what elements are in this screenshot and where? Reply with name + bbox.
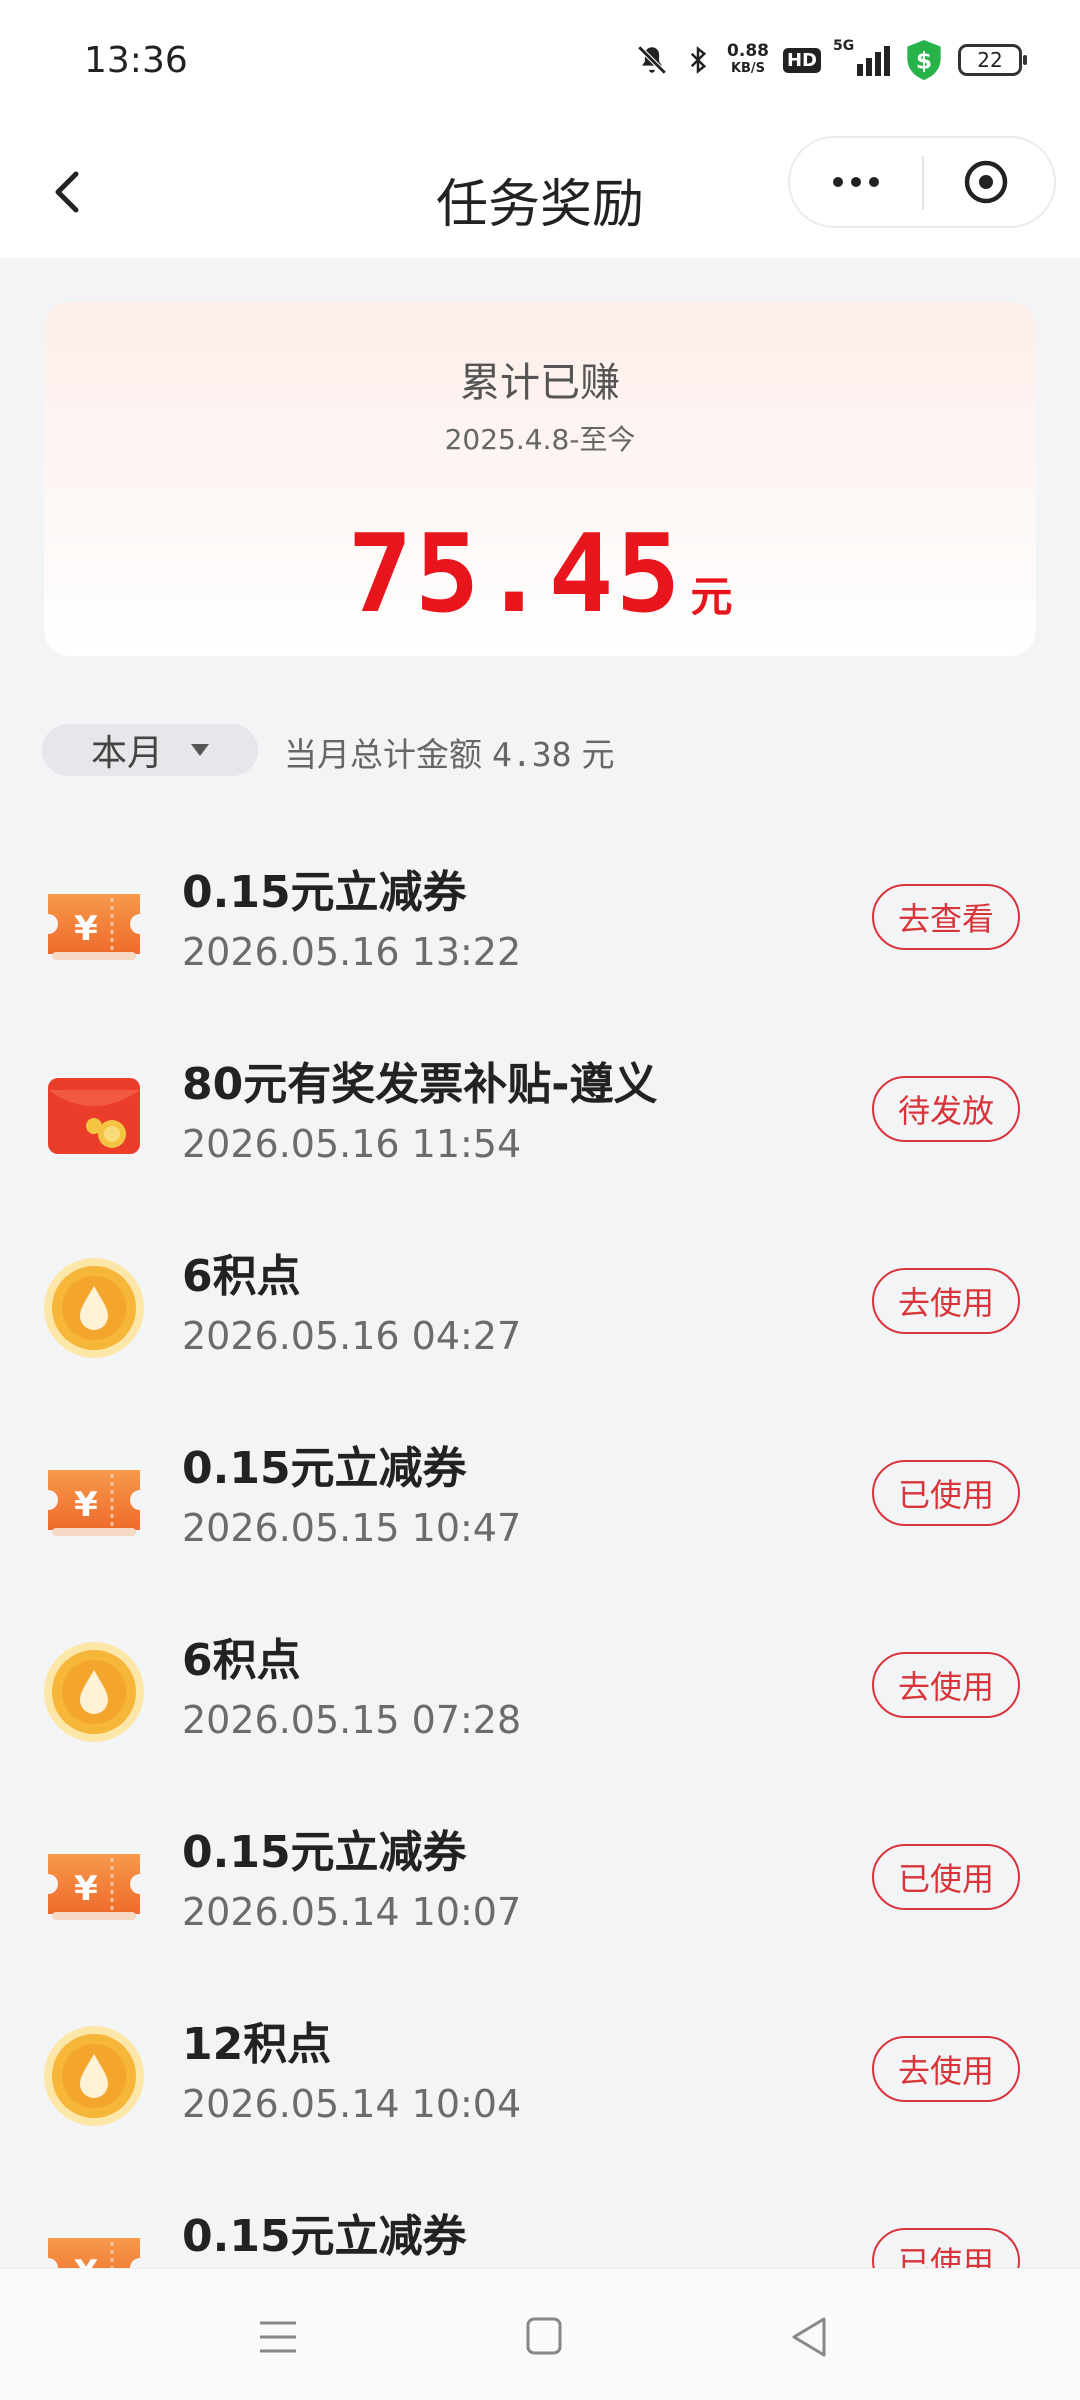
battery-icon: 22 bbox=[958, 44, 1027, 76]
status-bar: 13:36 0.88 KB/S HD 5G $ 22 bbox=[0, 0, 1080, 126]
month-total: 当月总计金额 4.38 元 bbox=[284, 728, 614, 776]
reward-name: 0.15元立减券 bbox=[182, 1827, 467, 1878]
red-envelope-icon bbox=[42, 1064, 146, 1168]
status-time: 13:36 bbox=[84, 40, 188, 81]
points-coin-icon bbox=[42, 1256, 146, 1360]
svg-text:¥: ¥ bbox=[74, 1485, 98, 1525]
coupon-icon: ¥ bbox=[42, 872, 146, 976]
reward-action-button[interactable]: 已使用 bbox=[872, 2228, 1020, 2268]
back-triangle-icon[interactable] bbox=[780, 2311, 840, 2363]
month-filter-dropdown[interactable]: 本月 bbox=[42, 724, 258, 776]
reward-row: 80元有奖发票补贴-遵义 2026.05.16 11:54 待发放 bbox=[0, 1022, 1080, 1214]
reward-name: 12积点 bbox=[182, 2019, 332, 2070]
reward-action-button[interactable]: 去使用 bbox=[872, 2036, 1020, 2102]
reward-action-button[interactable]: 去查看 bbox=[872, 884, 1020, 950]
reward-name: 6积点 bbox=[182, 1635, 301, 1686]
svg-text:¥: ¥ bbox=[74, 909, 98, 949]
reward-time: 2026.05.16 04:27 bbox=[182, 1314, 522, 1358]
nav-bar: 任务奖励 bbox=[0, 126, 1080, 258]
month-filter-label: 本月 bbox=[90, 733, 163, 774]
svg-text:¥: ¥ bbox=[74, 2253, 98, 2268]
coupon-icon: ¥ bbox=[42, 1832, 146, 1936]
reward-time: 2026.05.15 07:28 bbox=[182, 1698, 522, 1742]
summary-date-range: 2025.4.8-至今 bbox=[444, 423, 636, 456]
reward-action-button[interactable]: 去使用 bbox=[872, 1652, 1020, 1718]
svg-text:¥: ¥ bbox=[74, 1869, 98, 1909]
reward-action-button[interactable]: 待发放 bbox=[872, 1076, 1020, 1142]
reward-row: ¥0.15元立减券 2026.05.14 10:07 已使用 bbox=[0, 1790, 1080, 1982]
points-coin-icon bbox=[42, 1640, 146, 1744]
month-total-value: 4.38 bbox=[492, 735, 572, 774]
svg-text:$: $ bbox=[916, 46, 932, 74]
bell-off-icon bbox=[637, 45, 667, 75]
menu-icon[interactable] bbox=[248, 2311, 308, 2363]
reward-row: 6积点 2026.05.16 04:27 去使用 bbox=[0, 1214, 1080, 1406]
reward-row: ¥0.15元立减券 2026.05.15 10:47 已使用 bbox=[0, 1406, 1080, 1598]
reward-time: 2026.05.16 11:54 bbox=[182, 1122, 522, 1166]
coupon-icon: ¥ bbox=[42, 1448, 146, 1552]
mini-program-capsule bbox=[788, 136, 1056, 228]
bluetooth-icon bbox=[690, 46, 707, 74]
reward-list: ¥0.15元立减券 2026.05.16 13:22 去查看 80元有奖发票补贴-遵义… bbox=[0, 830, 1080, 2268]
reward-name: 0.15元立减券 bbox=[182, 867, 467, 918]
reward-row: 6积点 2026.05.15 07:28 去使用 bbox=[0, 1598, 1080, 1790]
signal-icon: 5G bbox=[833, 38, 890, 76]
shield-dollar-icon: $ bbox=[907, 40, 941, 80]
hd-icon: HD bbox=[782, 47, 821, 73]
earnings-summary-card: 累计已赚 2025.4.8-至今 75.45 元 bbox=[44, 302, 1036, 656]
reward-action-button[interactable]: 已使用 bbox=[872, 1844, 1020, 1910]
reward-time: 2026.05.14 10:07 bbox=[182, 1890, 522, 1934]
system-nav-bar bbox=[0, 2268, 1080, 2400]
close-circle-icon[interactable] bbox=[962, 158, 1010, 206]
reward-name: 6积点 bbox=[182, 1251, 301, 1302]
reward-time: 2026.05.14 10:04 bbox=[182, 2082, 522, 2126]
home-square-icon[interactable] bbox=[514, 2311, 574, 2363]
month-total-prefix: 当月总计金额 bbox=[284, 735, 482, 774]
reward-name: 0.15元立减券 bbox=[182, 1443, 467, 1494]
network-speed: 0.88 KB/S bbox=[727, 42, 769, 78]
more-dots-icon[interactable] bbox=[790, 138, 922, 226]
reward-row: 12积点 2026.05.14 10:04 去使用 bbox=[0, 1982, 1080, 2174]
summary-amount: 75.45 元 bbox=[44, 512, 1036, 637]
month-total-unit: 元 bbox=[581, 735, 615, 774]
reward-time: 2026.05.15 10:47 bbox=[182, 1506, 522, 1550]
reward-name: 0.15元立减券 bbox=[182, 2211, 467, 2262]
caret-down-icon bbox=[191, 744, 209, 756]
reward-name: 80元有奖发票补贴-遵义 bbox=[182, 1059, 658, 1110]
reward-action-button[interactable]: 已使用 bbox=[872, 1460, 1020, 1526]
summary-amount-value: 75.45 bbox=[347, 512, 683, 637]
battery-level: 22 bbox=[977, 48, 1003, 72]
summary-title: 累计已赚 bbox=[460, 360, 620, 406]
reward-row: ¥0.15元立减券 2026.05.16 13:22 去查看 bbox=[0, 830, 1080, 1022]
network-speed-unit: KB/S bbox=[730, 61, 766, 76]
points-coin-icon bbox=[42, 2024, 146, 2128]
reward-time: 2026.05.16 13:22 bbox=[182, 930, 522, 974]
network-type: 5G bbox=[833, 38, 855, 54]
status-icons: 0.88 KB/S HD 5G $ 22 bbox=[635, 36, 1027, 84]
coupon-icon: ¥ bbox=[42, 2216, 146, 2268]
reward-row: ¥0.15元立减券 已使用 bbox=[0, 2174, 1080, 2268]
reward-action-button[interactable]: 去使用 bbox=[872, 1268, 1020, 1334]
network-speed-value: 0.88 bbox=[727, 41, 769, 61]
capsule-divider bbox=[922, 156, 924, 210]
summary-amount-unit: 元 bbox=[690, 572, 733, 621]
